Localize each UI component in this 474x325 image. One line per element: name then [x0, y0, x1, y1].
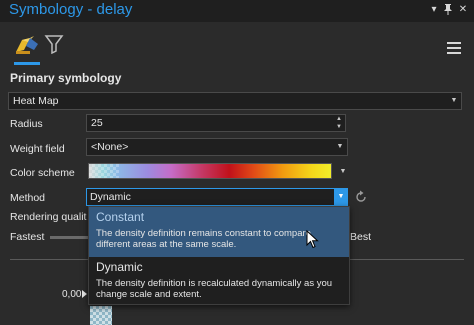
dropdown-option-dynamic[interactable]: Dynamic The density definition is recalc… — [89, 257, 349, 305]
radius-value: 25 — [91, 117, 103, 129]
option-desc-line: The density definition is recalculated d… — [96, 278, 333, 289]
weight-field-value: <None> — [91, 141, 129, 153]
method-select[interactable]: Dynamic ▼ — [86, 188, 348, 206]
chevron-down-icon[interactable]: ▼ — [336, 164, 350, 180]
option-title: Dynamic — [96, 260, 143, 274]
weight-field-select[interactable]: <None> ▼ — [86, 138, 348, 156]
spin-down-icon[interactable]: ▼ — [333, 123, 345, 131]
rendering-quality-label: Rendering qualit — [10, 211, 87, 223]
refresh-icon[interactable] — [354, 190, 368, 204]
color-scheme-label: Color scheme — [10, 167, 75, 179]
active-tab-indicator — [14, 62, 40, 65]
dropdown-arrow-icon[interactable]: ▾ — [428, 3, 440, 17]
chevron-down-icon: ▼ — [336, 143, 344, 150]
symbology-toolbar — [0, 22, 474, 66]
funnel-icon[interactable] — [44, 34, 64, 57]
transparency-pattern — [89, 164, 119, 178]
option-desc-line: change scale and extent. — [96, 289, 202, 300]
radius-input[interactable]: 25 ▲ ▼ — [86, 114, 346, 132]
pin-icon[interactable] — [442, 3, 454, 17]
method-dropdown-list: Constant The density definition remains … — [88, 206, 350, 305]
method-label: Method — [10, 192, 46, 204]
color-scheme-ramp[interactable] — [88, 163, 332, 179]
mouse-pointer-icon — [306, 229, 320, 250]
renderer-select[interactable]: Heat Map ▼ — [8, 92, 462, 110]
paint-brush-icon[interactable] — [14, 34, 40, 59]
legend-swatch — [90, 306, 112, 325]
option-description: The density definition is recalculated d… — [96, 278, 343, 300]
section-title: Primary symbology — [10, 71, 122, 85]
chevron-down-icon: ▼ — [450, 97, 458, 104]
chevron-down-icon[interactable]: ▼ — [334, 188, 348, 206]
radius-spinner[interactable]: ▲ ▼ — [333, 115, 345, 131]
weight-field-label: Weight field — [10, 143, 65, 155]
legend-value: 0,00 — [62, 289, 82, 300]
radius-label: Radius — [10, 118, 43, 130]
triangle-right-icon — [82, 290, 87, 298]
pane-title: Symbology - delay — [9, 1, 133, 18]
slider-max-label: Best — [350, 231, 372, 243]
hamburger-menu-icon[interactable] — [447, 42, 461, 54]
method-value: Dynamic — [90, 191, 131, 203]
spin-up-icon[interactable]: ▲ — [333, 115, 345, 123]
slider-min-label: Fastest — [10, 231, 45, 243]
title-bar: Symbology - delay ▾ ✕ — [0, 0, 474, 22]
rendering-quality-slider[interactable] — [50, 236, 90, 239]
close-icon[interactable]: ✕ — [457, 3, 469, 17]
renderer-value: Heat Map — [13, 95, 59, 107]
option-title: Constant — [96, 210, 145, 224]
